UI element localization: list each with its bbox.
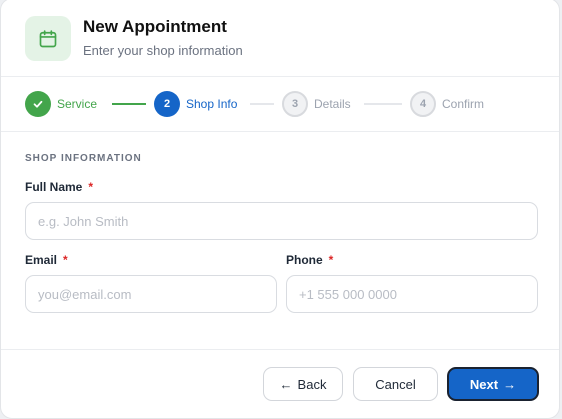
- cancel-button-label: Cancel: [375, 376, 416, 392]
- full-name-input[interactable]: [25, 202, 538, 240]
- progress-stepper: Service 2 Shop Info 3 Details 4 Confirm: [1, 77, 559, 132]
- back-button[interactable]: ← Back: [263, 367, 343, 401]
- step-number-details: 3: [282, 91, 308, 117]
- step-shop-info[interactable]: 2 Shop Info: [154, 91, 237, 117]
- step-service[interactable]: Service: [25, 91, 97, 117]
- appointment-dialog: New Appointment Enter your shop informat…: [0, 0, 560, 419]
- phone-input[interactable]: [286, 275, 538, 313]
- section-title: SHOP INFORMATION: [25, 153, 142, 164]
- back-button-label: Back: [297, 376, 327, 392]
- full-name-label: Full Name *: [25, 180, 93, 194]
- step-connector-2: [250, 103, 274, 105]
- arrow-right-icon: →: [503, 376, 517, 392]
- phone-label: Phone *: [286, 253, 333, 267]
- step-number-confirm: 4: [410, 91, 436, 117]
- email-input[interactable]: [25, 275, 277, 313]
- required-marker: *: [328, 253, 334, 267]
- email-label: Email *: [25, 253, 68, 267]
- header-icon-badge: [25, 16, 71, 61]
- required-marker: *: [88, 180, 94, 194]
- full-name-label-text: Full Name: [25, 180, 83, 194]
- next-button-label: Next: [469, 376, 499, 392]
- step-connector-3: [364, 103, 402, 105]
- required-marker: *: [63, 253, 68, 267]
- step-label-service: Service: [57, 97, 98, 111]
- step-label-confirm: Confirm: [442, 97, 485, 111]
- step-number-shop-info: 2: [154, 91, 180, 117]
- cancel-button[interactable]: Cancel: [353, 367, 438, 401]
- dialog-footer: ← Back Cancel Next →: [1, 349, 559, 418]
- check-icon: [33, 100, 43, 108]
- step-label-shop-info: Shop Info: [186, 97, 238, 111]
- dialog-subtitle: Enter your shop information: [83, 43, 243, 58]
- email-label-text: Email: [25, 253, 58, 267]
- next-button[interactable]: Next →: [447, 367, 539, 401]
- step-circle-service: [25, 91, 51, 117]
- dialog-header: New Appointment Enter your shop informat…: [1, 0, 559, 77]
- dialog-title: New Appointment: [83, 17, 227, 36]
- step-details[interactable]: 3 Details: [282, 91, 351, 117]
- step-label-details: Details: [314, 97, 351, 111]
- phone-label-text: Phone: [286, 253, 323, 267]
- step-confirm[interactable]: 4 Confirm: [410, 91, 484, 117]
- step-connector-1: [112, 103, 146, 105]
- arrow-left-icon: ←: [279, 376, 293, 392]
- calendar-icon: [39, 29, 57, 47]
